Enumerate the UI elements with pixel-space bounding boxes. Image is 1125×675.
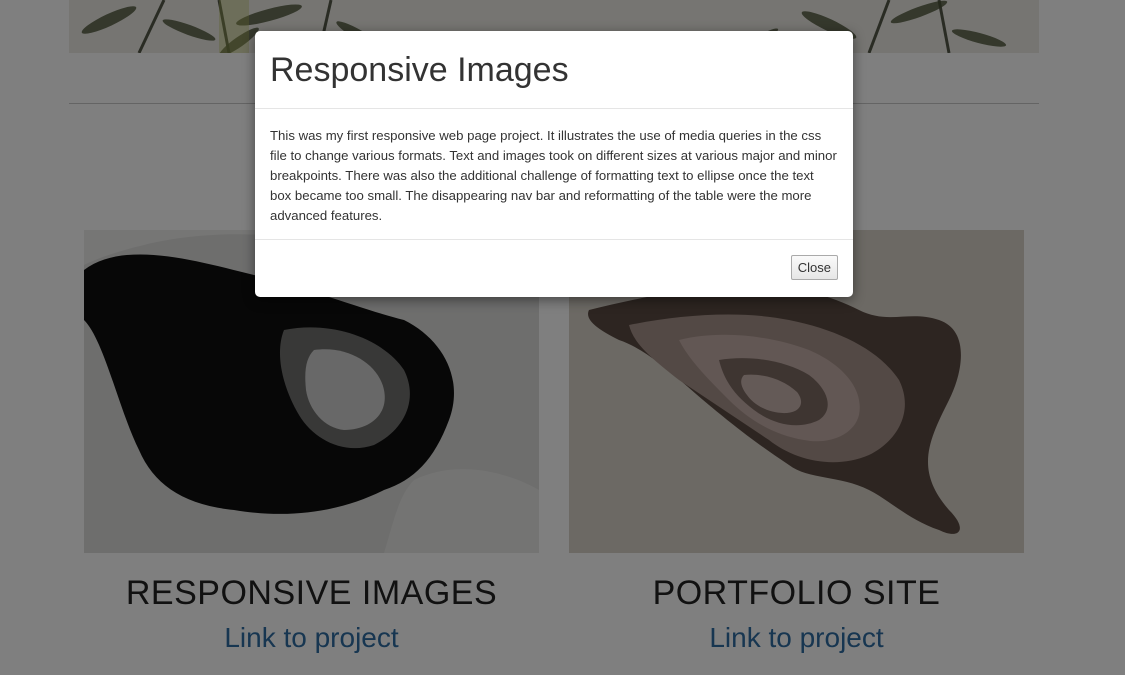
close-button[interactable]: Close <box>790 255 838 280</box>
modal-title: Responsive Images <box>270 51 569 89</box>
portfolio-page: RESPONSIVE IMAGES Link to project PORTFO… <box>0 0 1125 675</box>
project-modal-dialog: Responsive Images This was my first resp… <box>255 31 853 297</box>
modal-body-text: This was my first responsive web page pr… <box>255 109 853 240</box>
modal-header: Responsive Images <box>255 31 853 109</box>
modal-footer: Close <box>255 240 853 280</box>
